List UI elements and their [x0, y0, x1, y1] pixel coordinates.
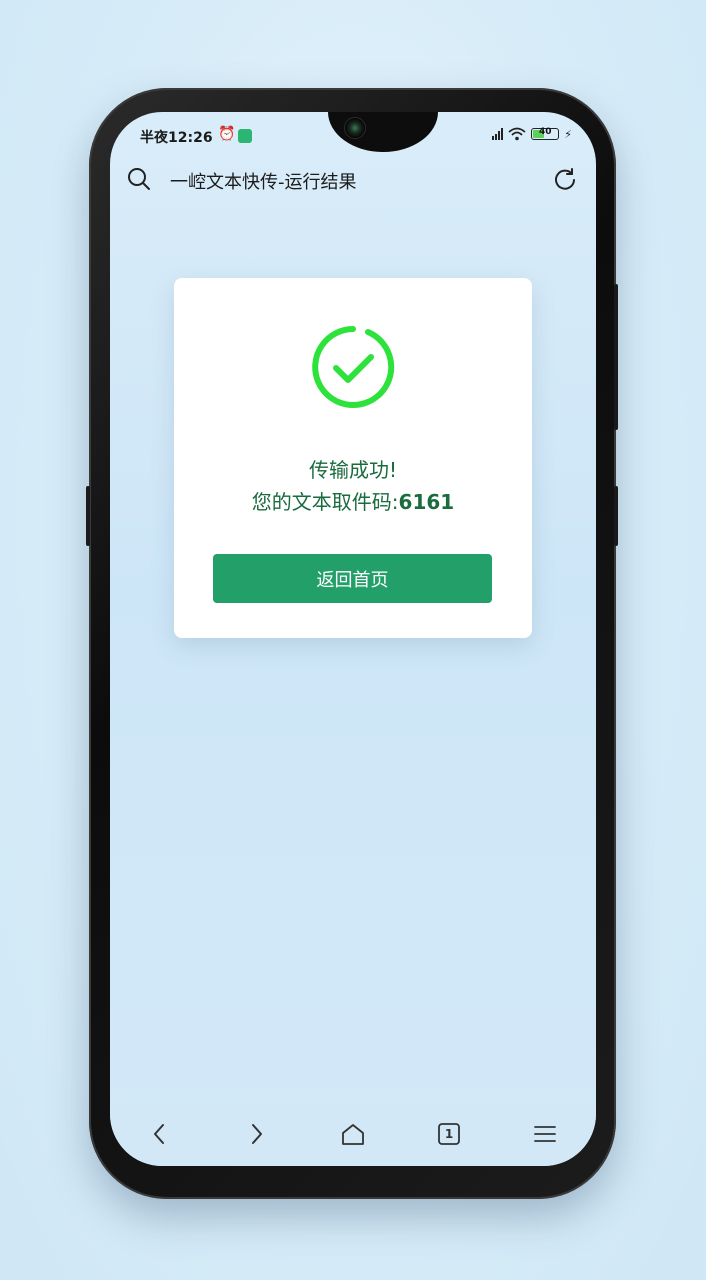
browser-toolbar: 一崆文本快传-运行结果 [110, 162, 596, 198]
volume-button [614, 486, 618, 546]
home-button[interactable] [335, 1116, 371, 1152]
success-message: 传输成功! [308, 458, 398, 482]
phone-screen: 半夜12:26 ⏰ 40 ⚡ 一崆文本快传-运行结果 传输成功! 您的文本取件码… [110, 112, 596, 1166]
chevron-right-icon [252, 1124, 262, 1144]
refresh-icon[interactable] [552, 166, 578, 192]
tabs-button[interactable]: 1 [431, 1116, 467, 1152]
status-bar: 半夜12:26 ⏰ 40 ⚡ [110, 124, 596, 148]
back-button[interactable] [142, 1116, 178, 1152]
power-button [614, 284, 618, 430]
browser-bottom-nav: 1 [110, 1106, 596, 1166]
result-card: 传输成功! 您的文本取件码:6161 返回首页 [174, 278, 532, 638]
forward-button[interactable] [238, 1116, 274, 1152]
search-icon[interactable] [126, 166, 152, 192]
cellular-signal-icon [492, 128, 504, 140]
chevron-left-icon [154, 1124, 164, 1144]
return-home-button[interactable]: 返回首页 [213, 554, 492, 603]
status-indicators: 40 ⚡ [492, 127, 572, 141]
pickup-code-value: 6161 [398, 490, 455, 514]
app-notification-icon [238, 129, 252, 143]
menu-button[interactable] [527, 1116, 563, 1152]
battery-level: 40 [539, 127, 552, 137]
success-check-icon [312, 326, 395, 408]
alarm-clock-icon: ⏰ [218, 126, 236, 142]
home-icon [342, 1124, 364, 1145]
menu-icon [534, 1126, 556, 1142]
tabs-count: 1 [444, 1127, 454, 1141]
charging-icon: ⚡ [564, 127, 572, 141]
page-title: 一崆文本快传-运行结果 [170, 172, 357, 193]
pickup-code-label: 您的文本取件码: [251, 490, 399, 514]
wifi-icon [508, 127, 526, 141]
side-key-left [86, 486, 90, 546]
status-time: 半夜12:26 [140, 130, 213, 146]
pickup-code-line: 您的文本取件码:6161 [174, 486, 532, 515]
battery-icon: 40 [531, 127, 560, 140]
